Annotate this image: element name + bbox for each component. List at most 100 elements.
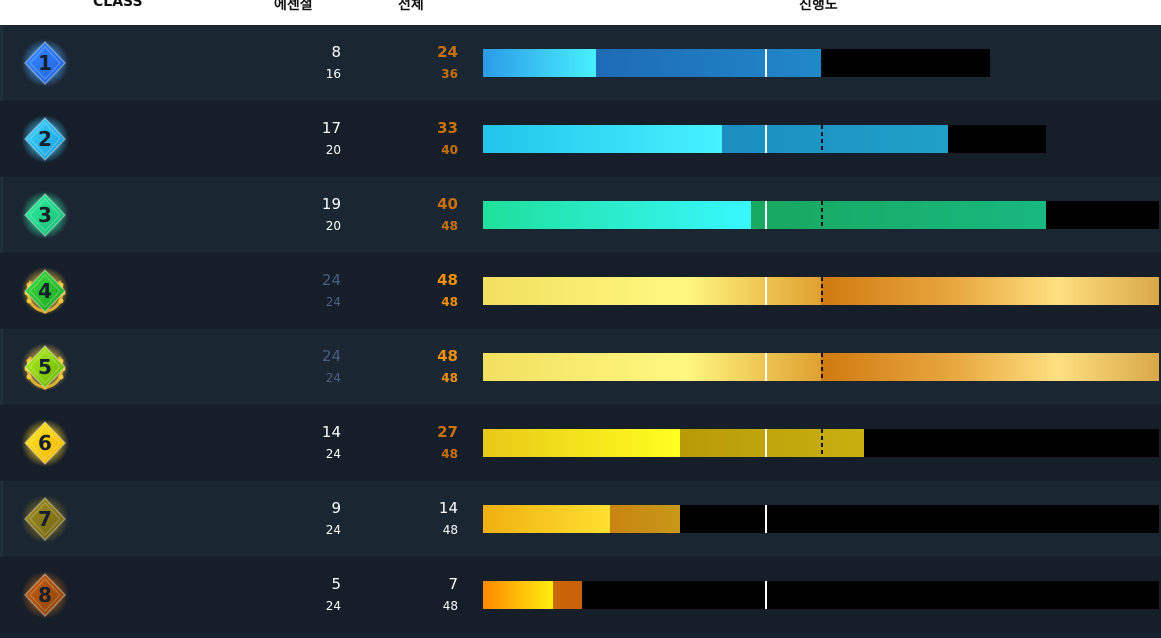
diamond-cyan-icon: 2 [21,115,69,163]
header-class[interactable]: CLASS [93,0,143,10]
table-row[interactable]: 3 19 20 40 48 [0,177,1161,253]
diamond-olive-icon: 7 [21,495,69,543]
total-max: 48 [442,523,458,537]
progress-essential-fill [483,49,596,77]
diamond-yellow-icon: 6 [21,419,69,467]
diamond-lime-wreath-icon: 5 [21,343,69,391]
total-max: 48 [441,371,458,385]
essential-total: 20 [325,219,341,233]
essential-marker [765,277,767,305]
diamond-green-wreath-icon: 4 [21,267,69,315]
progress-bar [483,201,1159,229]
progress-total-fill [596,49,821,77]
table-header: CLASS 에센셜 전체 진행도 [0,0,1161,25]
progress-essential-fill [483,505,610,533]
essential-done: 24 [321,271,341,289]
diamond-blue-icon: 1 [21,39,69,87]
total-max: 36 [441,67,458,81]
essential-done: 5 [331,575,341,593]
total-done: 48 [437,347,458,365]
progress-total-fill [553,581,582,609]
essential-total: 24 [325,599,341,613]
total-max: 48 [441,447,458,461]
progress-bar [483,277,1159,305]
class-number: 7 [38,507,52,531]
essential-done: 9 [331,499,341,517]
class-number: 4 [38,279,52,303]
progress-total-fill [751,201,1046,229]
progress-essential-fill [483,277,821,305]
essential-total: 16 [325,67,341,81]
class-number: 5 [38,355,52,379]
target-marker [821,429,823,457]
essential-done: 8 [331,43,341,61]
class-number: 3 [38,203,52,227]
essential-done: 24 [321,347,341,365]
target-marker [821,125,823,153]
class-number: 8 [38,583,52,607]
total-max: 48 [441,219,458,233]
progress-essential-fill [483,201,751,229]
progress-bar [483,581,1159,609]
total-max: 48 [442,599,458,613]
total-done: 48 [437,271,458,289]
total-done: 7 [448,575,458,593]
essential-marker [765,49,767,77]
total-done: 40 [437,195,458,213]
table-row[interactable]: 1 8 16 24 36 [0,25,1161,101]
progress-essential-fill [483,353,821,381]
table-row[interactable]: 4 24 24 48 48 [0,253,1161,329]
class-number: 1 [38,51,52,75]
class-progress-table: 1 8 16 24 36 2 17 20 33 40 3 19 20 40 48… [0,25,1161,633]
diamond-green-icon: 3 [21,191,69,239]
essential-marker [765,125,767,153]
table-row[interactable]: 5 24 24 48 48 [0,329,1161,405]
essential-marker [765,353,767,381]
header-essential[interactable]: 에센셜 [274,0,313,14]
essential-marker [765,201,767,229]
essential-total: 24 [325,371,341,385]
essential-done: 17 [321,119,341,137]
essential-total: 24 [325,447,341,461]
essential-total: 24 [325,523,341,537]
progress-total-fill [610,505,680,533]
target-marker [821,49,823,77]
class-number: 2 [38,127,52,151]
target-marker [821,353,823,381]
target-marker [821,201,823,229]
progress-total-fill [821,277,1159,305]
essential-total: 20 [325,143,341,157]
progress-bar [483,505,1159,533]
class-number: 6 [38,431,52,455]
table-row[interactable]: 6 14 24 27 48 [0,405,1161,481]
total-done: 24 [437,43,458,61]
total-done: 27 [437,423,458,441]
progress-essential-fill [483,581,553,609]
essential-marker [765,429,767,457]
essential-total: 24 [325,295,341,309]
table-row[interactable]: 7 9 24 14 48 [0,481,1161,557]
progress-bar [483,49,990,77]
progress-bar [483,429,1159,457]
total-max: 48 [441,295,458,309]
table-row[interactable]: 8 5 24 7 48 [0,557,1161,633]
essential-marker [765,505,767,533]
progress-total-fill [680,429,864,457]
essential-marker [765,581,767,609]
progress-bar [483,125,1046,153]
progress-total-fill [821,353,1159,381]
total-done: 14 [438,499,458,517]
total-max: 40 [441,143,458,157]
essential-done: 14 [321,423,341,441]
essential-done: 19 [321,195,341,213]
diamond-bronze-icon: 8 [21,571,69,619]
header-total[interactable]: 전체 [398,0,424,14]
progress-total-fill [722,125,948,153]
progress-bar [483,353,1159,381]
header-progress[interactable]: 진행도 [799,0,838,14]
progress-essential-fill [483,429,680,457]
target-marker [821,277,823,305]
total-done: 33 [437,119,458,137]
table-row[interactable]: 2 17 20 33 40 [0,101,1161,177]
progress-essential-fill [483,125,722,153]
